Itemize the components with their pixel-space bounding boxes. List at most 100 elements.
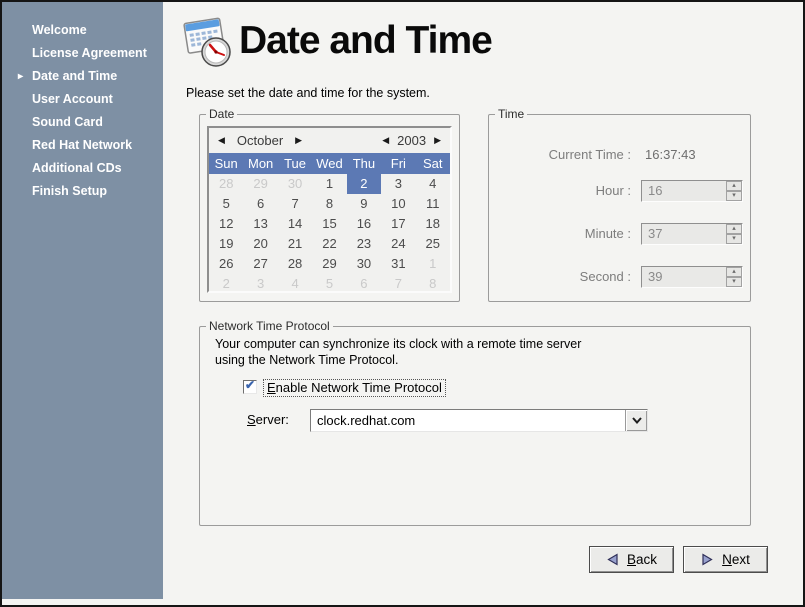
- back-button[interactable]: Back: [589, 546, 674, 573]
- date-group: Date ◀ October ▶ ◀ 2003 ▶ Sun Mon Tue We…: [199, 114, 460, 302]
- calendar-day[interactable]: 22: [312, 234, 346, 254]
- next-button[interactable]: Next: [683, 546, 768, 573]
- sidebar-item-welcome[interactable]: Welcome: [2, 19, 163, 42]
- ntp-group: Network Time Protocol Your computer can …: [199, 326, 751, 526]
- spin-up-button[interactable]: ▴: [726, 181, 742, 191]
- back-button-label: Back: [627, 552, 657, 567]
- ntp-description-line1: Your computer can synchronize its clock …: [215, 336, 581, 352]
- calendar-day[interactable]: 3: [243, 274, 277, 294]
- server-combobox[interactable]: clock.redhat.com: [310, 409, 648, 432]
- calendar-day[interactable]: 23: [347, 234, 381, 254]
- sidebar-item-label: Red Hat Network: [32, 138, 132, 152]
- calendar-day[interactable]: 15: [312, 214, 346, 234]
- calendar-day[interactable]: 2: [209, 274, 243, 294]
- calendar-day[interactable]: 1: [416, 254, 450, 274]
- calendar-day[interactable]: 14: [278, 214, 312, 234]
- day-header: Tue: [278, 156, 312, 171]
- prev-month-button[interactable]: ◀: [216, 135, 227, 146]
- calendar-day[interactable]: 5: [209, 194, 243, 214]
- calendar-nav: ◀ October ▶ ◀ 2003 ▶: [209, 128, 450, 153]
- hour-value: 16: [648, 181, 662, 201]
- calendar-day[interactable]: 31: [381, 254, 415, 274]
- time-group: Time Current Time : 16:37:43 Hour : 16 ▴…: [488, 114, 751, 302]
- calendar-day[interactable]: 29: [243, 174, 277, 194]
- calendar-day[interactable]: 19: [209, 234, 243, 254]
- next-year-button[interactable]: ▶: [432, 135, 443, 146]
- setup-wizard-window: Welcome License Agreement ▸ Date and Tim…: [0, 0, 805, 607]
- day-header: Fri: [381, 156, 415, 171]
- spin-up-button[interactable]: ▴: [726, 224, 742, 234]
- ntp-description: Your computer can synchronize its clock …: [215, 336, 581, 368]
- calendar-day[interactable]: 6: [347, 274, 381, 294]
- sidebar-item-user-account[interactable]: User Account: [2, 88, 163, 111]
- sidebar-item-additional-cds[interactable]: Additional CDs: [2, 157, 163, 180]
- enable-ntp-checkbox[interactable]: ✔: [243, 380, 257, 394]
- calendar-day[interactable]: 8: [312, 194, 346, 214]
- calendar-day[interactable]: 13: [243, 214, 277, 234]
- enable-ntp-label[interactable]: Enable Network Time Protocol: [263, 379, 446, 397]
- ntp-group-label: Network Time Protocol: [206, 319, 333, 333]
- calendar-day[interactable]: 5: [312, 274, 346, 294]
- calendar-day[interactable]: 10: [381, 194, 415, 214]
- spin-down-button[interactable]: ▾: [726, 191, 742, 201]
- calendar-grid: 28 29 30 1 2 3 4 5 6 7 8 9 10 11 12 13: [209, 174, 450, 294]
- spin-down-button[interactable]: ▾: [726, 234, 742, 244]
- calendar-day[interactable]: 26: [209, 254, 243, 274]
- calendar-day[interactable]: 7: [381, 274, 415, 294]
- calendar-day[interactable]: 18: [416, 214, 450, 234]
- sidebar-item-label: Welcome: [32, 23, 87, 37]
- spin-up-button[interactable]: ▴: [726, 267, 742, 277]
- calendar-day[interactable]: 8: [416, 274, 450, 294]
- next-month-button[interactable]: ▶: [293, 135, 304, 146]
- second-spin-buttons: ▴ ▾: [726, 267, 742, 287]
- calendar-day[interactable]: 11: [416, 194, 450, 214]
- calendar-day[interactable]: 28: [209, 174, 243, 194]
- calendar-day[interactable]: 9: [347, 194, 381, 214]
- calendar-day[interactable]: 20: [243, 234, 277, 254]
- calendar-day[interactable]: 27: [243, 254, 277, 274]
- minute-spin-buttons: ▴ ▾: [726, 224, 742, 244]
- day-header: Sun: [209, 156, 243, 171]
- calendar-day[interactable]: 30: [278, 174, 312, 194]
- calendar-day[interactable]: 6: [243, 194, 277, 214]
- spin-down-button[interactable]: ▾: [726, 277, 742, 287]
- time-group-label: Time: [495, 107, 527, 121]
- minute-spinner[interactable]: 37 ▴ ▾: [641, 223, 743, 245]
- sidebar-item-label: Finish Setup: [32, 184, 107, 198]
- hour-spinner[interactable]: 16 ▴ ▾: [641, 180, 743, 202]
- calendar-day[interactable]: 29: [312, 254, 346, 274]
- current-time-value: 16:37:43: [645, 143, 696, 167]
- calendar-day[interactable]: 24: [381, 234, 415, 254]
- calendar-day[interactable]: 17: [381, 214, 415, 234]
- sidebar-item-finish-setup[interactable]: Finish Setup: [2, 180, 163, 203]
- sidebar-item-red-hat-network[interactable]: Red Hat Network: [2, 134, 163, 157]
- server-dropdown-button[interactable]: [625, 410, 647, 431]
- calendar-day-selected[interactable]: 2: [347, 174, 381, 194]
- calendar-day[interactable]: 1: [312, 174, 346, 194]
- server-label: Server:: [247, 412, 289, 427]
- sidebar: Welcome License Agreement ▸ Date and Tim…: [2, 2, 163, 599]
- calendar-day[interactable]: 21: [278, 234, 312, 254]
- calendar-day[interactable]: 4: [278, 274, 312, 294]
- calendar-day[interactable]: 16: [347, 214, 381, 234]
- checkmark-icon: ✔: [245, 378, 255, 392]
- sidebar-item-date-and-time[interactable]: ▸ Date and Time: [2, 65, 163, 88]
- sidebar-item-sound-card[interactable]: Sound Card: [2, 111, 163, 134]
- calendar-day[interactable]: 12: [209, 214, 243, 234]
- chevron-down-icon: [632, 417, 642, 424]
- calendar-day[interactable]: 4: [416, 174, 450, 194]
- calendar-day[interactable]: 25: [416, 234, 450, 254]
- calendar-day[interactable]: 7: [278, 194, 312, 214]
- minute-row: Minute : 37 ▴ ▾: [489, 222, 750, 246]
- second-label: Second :: [489, 265, 631, 289]
- active-step-arrow-icon: ▸: [18, 70, 23, 83]
- back-arrow-icon: [606, 553, 619, 566]
- hour-label: Hour :: [489, 179, 631, 203]
- calendar-day[interactable]: 28: [278, 254, 312, 274]
- second-spinner[interactable]: 39 ▴ ▾: [641, 266, 743, 288]
- calendar-day[interactable]: 30: [347, 254, 381, 274]
- sidebar-item-license-agreement[interactable]: License Agreement: [2, 42, 163, 65]
- calendar-day[interactable]: 3: [381, 174, 415, 194]
- prev-year-button[interactable]: ◀: [380, 135, 391, 146]
- main-panel: Date and Time Please set the date and ti…: [163, 2, 803, 605]
